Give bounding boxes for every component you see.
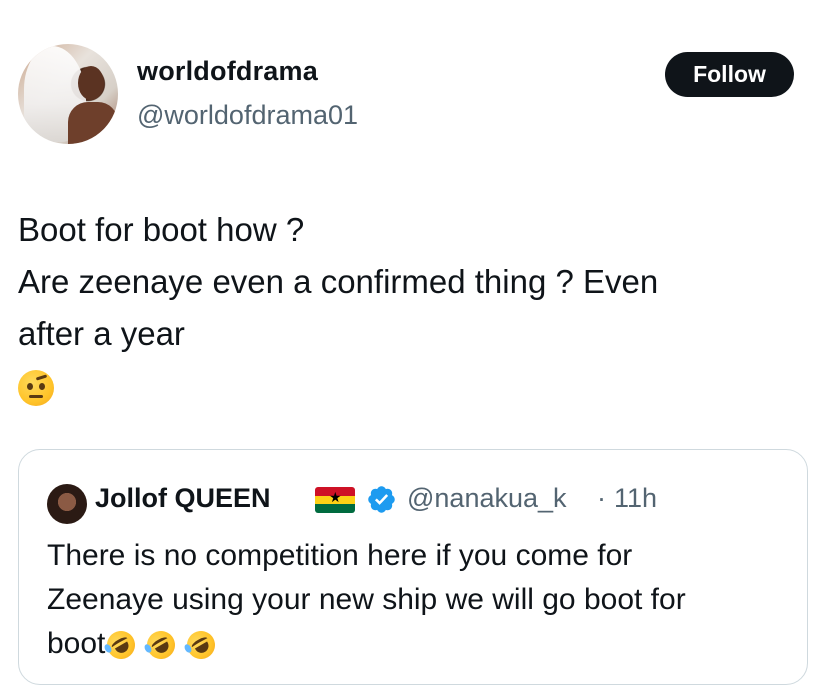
ghana-flag-icon: ★ xyxy=(315,487,355,513)
quoted-timestamp[interactable]: 11h xyxy=(614,483,657,514)
quoted-tweet-line-text: boot xyxy=(47,627,106,660)
tweet-body: Boot for boot how ? Are zeenaye even a c… xyxy=(18,204,808,412)
rolling-on-floor-laughing-icon xyxy=(102,625,141,665)
quoted-author-handle[interactable]: @nanakua_k xyxy=(407,483,567,514)
avatar-shoulder xyxy=(68,102,118,144)
quoted-tweet-card[interactable]: Jollof QUEEN ★ @nanakua_k · 11h There is… xyxy=(18,449,808,685)
rolling-on-floor-laughing-icon xyxy=(182,625,221,665)
follow-button[interactable]: Follow xyxy=(665,52,794,97)
avatar-face xyxy=(78,66,104,100)
verified-badge-icon xyxy=(368,486,395,513)
author-avatar[interactable] xyxy=(18,44,118,144)
rolling-on-floor-laughing-icon xyxy=(142,625,181,665)
tweet-line: Are zeenaye even a confirmed thing ? Eve… xyxy=(18,263,659,300)
author-handle[interactable]: @worldofdrama01 xyxy=(137,100,358,131)
author-display-name[interactable]: worldofdrama xyxy=(137,56,318,87)
quoted-tweet-body: There is no competition here if you come… xyxy=(47,534,797,666)
tweet-emoji-line xyxy=(18,360,808,412)
quoted-tweet-line: Zeenaye using your new ship we will go b… xyxy=(47,583,686,616)
quoted-author-display-name[interactable]: Jollof QUEEN xyxy=(95,483,271,514)
quoted-author-avatar[interactable] xyxy=(47,484,87,524)
face-with-raised-eyebrow-icon xyxy=(18,370,54,407)
tweet-line: after a year xyxy=(18,315,185,352)
quoted-tweet-line: There is no competition here if you come… xyxy=(47,539,633,572)
separator-dot: · xyxy=(597,483,606,513)
tweet-line: Boot for boot how ? xyxy=(18,211,305,248)
quoted-tweet-line-last: boot xyxy=(47,622,797,666)
